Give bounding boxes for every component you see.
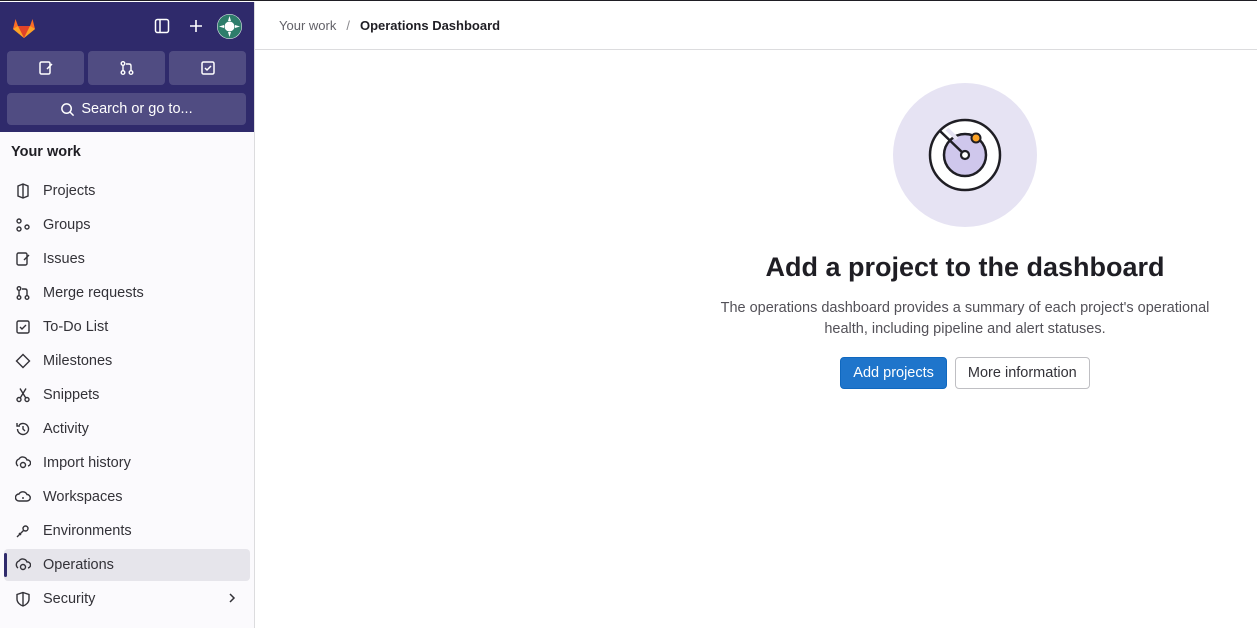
sidebar-item-label: Snippets xyxy=(43,387,100,403)
empty-state-description: The operations dashboard provides a summ… xyxy=(720,300,1210,337)
sidebar-item-todo-list[interactable]: To-Do List xyxy=(4,311,250,343)
more-information-button[interactable]: More information xyxy=(954,357,1090,389)
sidebar-item-label: Groups xyxy=(43,217,91,233)
project-icon xyxy=(15,183,31,199)
search-label: Search or go to... xyxy=(81,101,193,117)
sidebar-item-import-history[interactable]: Import history xyxy=(4,447,250,479)
sidebar-header: Search or go to... xyxy=(0,2,254,132)
chevron-right-icon xyxy=(229,593,236,603)
milestone-icon xyxy=(15,353,31,369)
cloud-icon xyxy=(15,489,31,505)
sidebar-item-label: Security xyxy=(43,591,96,607)
sidebar-item-activity[interactable]: Activity xyxy=(4,413,250,445)
sidebar-item-label: Workspaces xyxy=(43,489,123,505)
environment-icon xyxy=(15,523,31,539)
sidebar-item-label: Environments xyxy=(43,523,132,539)
app-window: Search or go to... Your work Projects Gr… xyxy=(0,0,1257,628)
breadcrumb-separator: / xyxy=(346,18,350,33)
sidebar-nav: Projects Groups Issues Merge requests To… xyxy=(4,175,250,617)
sidebar-item-milestones[interactable]: Milestones xyxy=(4,345,250,377)
issues-icon xyxy=(38,61,53,75)
sidebar-toggle-icon[interactable] xyxy=(150,14,174,38)
sidebar-item-label: Operations xyxy=(43,557,114,573)
sidebar-item-label: Milestones xyxy=(43,353,113,369)
sidebar-item-label: To-Do List xyxy=(43,319,109,335)
empty-state-title: Add a project to the dashboard xyxy=(765,252,1165,282)
sidebar-item-environments[interactable]: Environments xyxy=(4,515,250,547)
todo-icon xyxy=(200,61,215,75)
empty-state: Add a project to the dashboard The opera… xyxy=(700,83,1230,389)
add-projects-button[interactable]: Add projects xyxy=(840,357,947,389)
sidebar-item-issues[interactable]: Issues xyxy=(4,243,250,275)
empty-state-actions: Add projects More information xyxy=(700,357,1230,389)
merge-requests-button[interactable] xyxy=(88,51,165,85)
shield-icon xyxy=(15,591,31,607)
merge-request-icon xyxy=(120,61,133,75)
sidebar-item-workspaces[interactable]: Workspaces xyxy=(4,481,250,513)
snippet-icon xyxy=(15,387,31,403)
issues-icon xyxy=(15,251,31,267)
sidebar-item-security[interactable]: Security xyxy=(4,583,250,615)
history-icon xyxy=(15,421,31,437)
todo-icon xyxy=(15,319,31,335)
gitlab-logo[interactable] xyxy=(10,13,38,41)
radar-illustration xyxy=(893,83,1037,227)
group-icon xyxy=(15,217,31,233)
assigned-issues-button[interactable] xyxy=(7,51,84,85)
sidebar-item-merge-requests[interactable]: Merge requests xyxy=(4,277,250,309)
search-button[interactable]: Search or go to... xyxy=(7,93,246,125)
section-title: Your work xyxy=(11,144,81,160)
sidebar-item-label: Merge requests xyxy=(43,285,144,301)
plus-icon[interactable] xyxy=(184,14,208,38)
breadcrumb-current[interactable]: Operations Dashboard xyxy=(360,18,500,33)
operations-icon xyxy=(15,557,31,573)
sidebar-item-projects[interactable]: Projects xyxy=(4,175,250,207)
breadcrumb-your-work[interactable]: Your work xyxy=(279,18,336,33)
import-icon xyxy=(15,455,31,471)
sidebar-item-snippets[interactable]: Snippets xyxy=(4,379,250,411)
sidebar-item-label: Activity xyxy=(43,421,89,437)
sidebar-item-operations[interactable]: Operations xyxy=(4,549,250,581)
user-avatar[interactable] xyxy=(217,14,242,39)
sidebar-item-label: Issues xyxy=(43,251,85,267)
breadcrumb: Your work / Operations Dashboard xyxy=(255,2,1257,50)
merge-request-icon xyxy=(15,285,31,301)
todo-list-button[interactable] xyxy=(169,51,246,85)
search-icon xyxy=(61,102,75,116)
sidebar-item-label: Projects xyxy=(43,183,96,199)
sidebar-item-label: Import history xyxy=(43,455,131,471)
sidebar: Search or go to... Your work Projects Gr… xyxy=(0,2,255,628)
sidebar-item-groups[interactable]: Groups xyxy=(4,209,250,241)
